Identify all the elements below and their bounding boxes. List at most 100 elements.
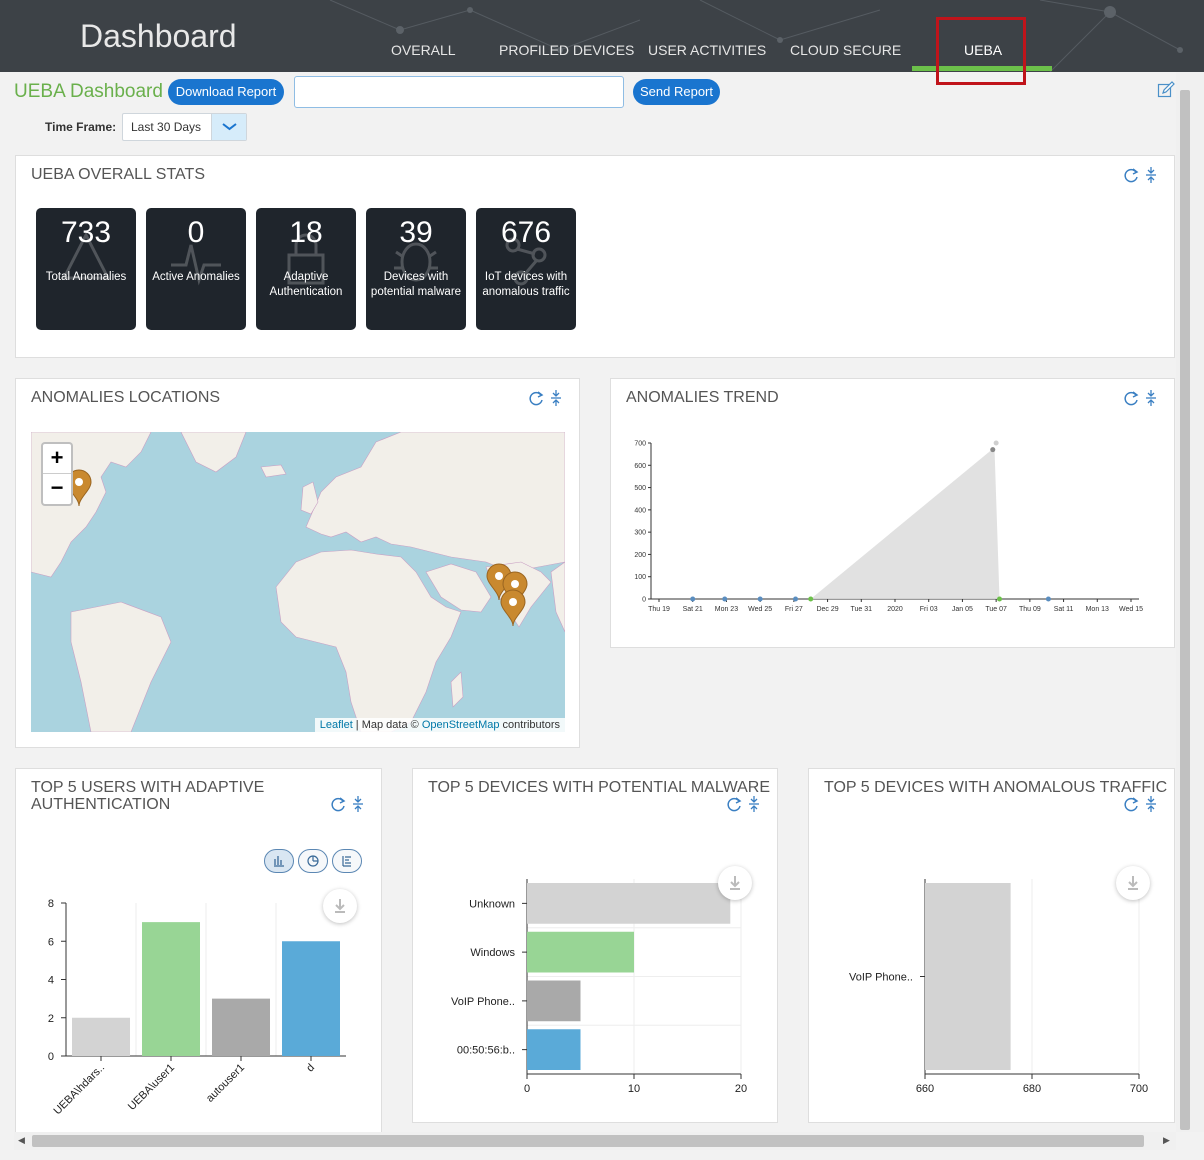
bar-chart-view-button[interactable]: [264, 849, 294, 873]
collapse-icon[interactable]: [353, 796, 363, 812]
refresh-icon[interactable]: [529, 391, 544, 406]
top-traffic-chart: 660 680 700 VoIP Phone..: [849, 879, 1148, 1095]
x-tick-label: 0: [524, 1083, 530, 1095]
bar-chart-icon: [274, 856, 284, 867]
bar-2: [212, 998, 270, 1056]
download-icon: [730, 876, 740, 890]
trend-point: [757, 596, 763, 602]
attribution-text: | Map data ©: [352, 719, 422, 731]
y-tick-label: 100: [634, 574, 646, 581]
zoom-in-button[interactable]: +: [43, 444, 71, 474]
tab-user-activities[interactable]: USER ACTIVITIES: [648, 42, 766, 58]
locations-panel: ANOMALIES LOCATIONS + − Leaflet | Map da…: [15, 378, 580, 748]
collapse-icon[interactable]: [1146, 167, 1156, 183]
map-zoom-control: + −: [41, 442, 73, 506]
bar-2: [527, 980, 581, 1022]
anomalies-trend-chart: 0 100 200 300 400 500 600 700 Thu 19 Sat 21 Mon 23…: [634, 440, 1143, 613]
anomalies-map[interactable]: + − Leaflet | Map data © OpenStreetMap c…: [31, 432, 565, 732]
x-tick-label: Fri 27: [785, 606, 803, 613]
trend-panel-title: ANOMALIES TREND: [626, 389, 779, 406]
top-malware-panel-title: TOP 5 DEVICES WITH POTENTIAL MALWARE: [428, 779, 770, 796]
timeframe-value: Last 30 Days: [131, 120, 202, 134]
stat-label: Active Anomalies: [152, 271, 240, 283]
stat-iot-anomalous-traffic: 676 IoT devices with anomalous traffic: [476, 208, 576, 330]
y-tick-label: 00:50:56:b..: [457, 1045, 515, 1057]
timeframe-select[interactable]: Last 30 Days: [122, 113, 247, 141]
collapse-icon[interactable]: [551, 390, 561, 406]
stat-label: Total Anomalies: [45, 271, 127, 283]
x-tick-label: Tue 07: [985, 606, 1007, 613]
x-tick-label: Thu 19: [648, 606, 670, 613]
collapse-icon[interactable]: [1146, 796, 1156, 812]
pie-chart-icon: [307, 855, 319, 867]
edit-icon[interactable]: [1157, 81, 1175, 99]
refresh-icon[interactable]: [1124, 797, 1139, 812]
refresh-icon[interactable]: [331, 797, 346, 812]
x-tick-label: Tue 31: [851, 606, 873, 613]
stat-value: 39: [399, 216, 433, 249]
vertical-scrollbar-thumb[interactable]: [1180, 90, 1190, 1130]
y-tick-label: 400: [634, 507, 646, 514]
list-icon: [342, 856, 351, 867]
y-tick-label: 4: [48, 975, 54, 987]
tab-cloud-secure[interactable]: CLOUD SECURE: [790, 42, 901, 58]
collapse-icon[interactable]: [1146, 390, 1156, 406]
y-tick-label: VoIP Phone..: [451, 996, 515, 1008]
scroll-right-arrow[interactable]: ▶: [1163, 1135, 1170, 1146]
x-tick-label: 660: [916, 1083, 934, 1095]
refresh-icon[interactable]: [1124, 168, 1139, 183]
bar-0: [72, 1017, 130, 1056]
stat-active-anomalies: 0 Active Anomalies: [146, 208, 246, 330]
locations-panel-title: ANOMALIES LOCATIONS: [31, 389, 221, 406]
stat-value: 676: [500, 216, 552, 249]
zoom-out-button[interactable]: −: [43, 474, 71, 504]
refresh-icon[interactable]: [727, 797, 742, 812]
download-chart-button[interactable]: [718, 866, 752, 900]
panel-tools: [1122, 795, 1158, 813]
bar-0: [527, 883, 731, 924]
x-tick-label: 680: [1023, 1083, 1041, 1095]
x-tick-label: 2020: [887, 606, 903, 613]
scroll-left-arrow[interactable]: ◀: [18, 1135, 25, 1146]
report-email-input[interactable]: [294, 76, 624, 108]
panel-tools: [527, 389, 563, 407]
top-malware-panel: TOP 5 DEVICES WITH POTENTIAL MALWARE 0 10…: [412, 768, 778, 1123]
trend-panel: ANOMALIES TREND 0 100 200 300 400 500 600 700 Th…: [610, 378, 1175, 648]
chevron-down-icon[interactable]: [211, 114, 246, 140]
bar-3: [282, 941, 340, 1056]
top-traffic-panel: TOP 5 DEVICES WITH ANOMALOUS TRAFFIC 660…: [808, 768, 1175, 1123]
top-users-panel-title: TOP 5 USERS WITH ADAPTIVE AUTHENTICATION: [31, 779, 265, 813]
horizontal-scrollbar-thumb[interactable]: [32, 1135, 1144, 1147]
trend-point: [993, 440, 999, 446]
top-users-chart: 0 2 4 6 8 UEBA\hdars.. UEBA\user1 autouser1 d: [48, 898, 346, 1117]
openstreetmap-link[interactable]: OpenStreetMap: [422, 719, 500, 731]
stat-value: 0: [187, 216, 205, 249]
pie-chart-view-button[interactable]: [298, 849, 328, 873]
panel-tools: [1122, 166, 1158, 184]
map-tiles: [31, 432, 565, 732]
trend-point: [997, 596, 1003, 602]
y-tick-label: Windows: [470, 947, 515, 959]
y-tick-label: 8: [48, 898, 54, 910]
trend-point: [793, 596, 799, 602]
stat-adaptive-authentication: 18 Adaptive Authentication: [256, 208, 356, 330]
download-report-button[interactable]: Download Report: [168, 79, 284, 105]
x-tick-label: UEBA\user1: [126, 1062, 177, 1113]
send-report-button[interactable]: Send Report: [633, 79, 720, 105]
x-tick-label: Sat 21: [683, 606, 703, 613]
download-chart-button[interactable]: [1116, 866, 1150, 900]
x-tick-label: Wed 15: [1119, 606, 1143, 613]
stat-label: Adaptive Authentication: [269, 271, 343, 298]
x-tick-label: d: [304, 1062, 317, 1075]
tab-overall[interactable]: OVERALL: [391, 42, 456, 58]
refresh-icon[interactable]: [1124, 391, 1139, 406]
x-tick-label: autouser1: [204, 1062, 247, 1105]
trend-point: [722, 596, 728, 602]
table-view-button[interactable]: [332, 849, 362, 873]
y-tick-label: 300: [634, 530, 646, 537]
trend-area: [810, 447, 1000, 599]
tab-profiled-devices[interactable]: PROFILED DEVICES: [499, 42, 634, 58]
stat-label: Devices with potential malware: [370, 271, 462, 298]
leaflet-link[interactable]: Leaflet: [320, 719, 353, 731]
collapse-icon[interactable]: [749, 796, 759, 812]
